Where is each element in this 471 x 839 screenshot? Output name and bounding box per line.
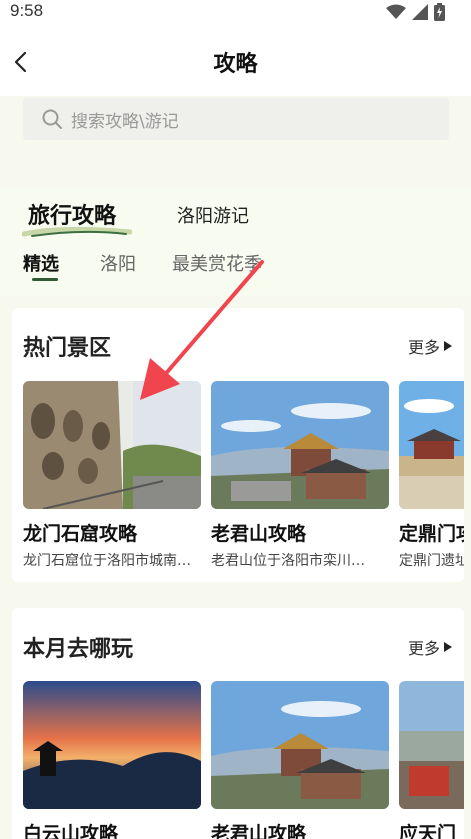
subtab-indicator: [32, 278, 58, 281]
card-row: 龙门石窟攻略 龙门石窟位于洛阳市城南… 老君山攻略 老君山位于洛阳市栾川… 定鼎…: [23, 381, 464, 570]
section-title: 热门景区: [23, 336, 112, 361]
page-title: 攻略: [213, 52, 258, 77]
section-hot-scenic: 热门景区 更多 龙门石窟攻略 龙门石窟位于洛阳市城南… 老君山攻略 老君山位于洛…: [12, 308, 464, 582]
laojunshan-image: [211, 381, 389, 509]
card-title: 龙门石窟攻略: [23, 523, 138, 545]
longmen-image: [23, 381, 201, 509]
card-yingtianmen[interactable]: 应天门: [399, 681, 464, 839]
card-baiyunshan[interactable]: 白云山攻略: [23, 681, 201, 839]
section-this-month: 本月去哪玩 更多 白云山攻略 老君山攻略 应天门: [12, 608, 464, 839]
tab-luoyang-travelogue[interactable]: 洛阳游记: [177, 202, 249, 228]
more-label: 更多: [407, 338, 440, 357]
header: 攻略: [0, 24, 471, 100]
battery-icon: [434, 3, 445, 21]
card-laojunshan[interactable]: 老君山攻略 老君山位于洛阳市栾川…: [211, 381, 389, 570]
tab-travel-guide[interactable]: 旅行攻略: [28, 198, 116, 230]
laojunshan-image: [211, 681, 389, 809]
search-icon: [42, 109, 62, 129]
card-title: 老君山攻略: [211, 823, 307, 839]
card-desc: 老君山位于洛阳市栾川…: [211, 553, 365, 569]
subtab-flower-season[interactable]: 最美赏花季: [172, 250, 262, 276]
subtab-featured[interactable]: 精选: [23, 250, 59, 276]
card-title: 定鼎门攻: [399, 523, 464, 545]
card-desc: 龙门石窟位于洛阳市城南…: [23, 553, 191, 569]
play-arrow-icon: [444, 642, 452, 652]
status-bar: 9:58: [0, 0, 471, 24]
card-longmen[interactable]: 龙门石窟攻略 龙门石窟位于洛阳市城南…: [23, 381, 201, 570]
card-title: 白云山攻略: [23, 823, 119, 839]
card-title: 应天门: [399, 823, 457, 839]
search-placeholder: 搜索攻略\游记: [71, 111, 179, 132]
card-title: 老君山攻略: [211, 523, 307, 545]
yingtianmen-image: [399, 681, 464, 809]
wifi-icon: [386, 4, 406, 19]
more-label: 更多: [407, 639, 440, 658]
card-desc: 定鼎门遗址: [399, 553, 464, 569]
tabs-card: 旅行攻略 洛阳游记 精选 洛阳 最美赏花季: [0, 188, 471, 296]
more-button[interactable]: 更多: [408, 635, 452, 659]
card-laojunshan-2[interactable]: 老君山攻略: [211, 681, 389, 839]
search-area: 搜索攻略\游记: [0, 96, 471, 162]
signal-icon: [412, 4, 428, 20]
status-time: 9:58: [10, 1, 44, 20]
card-dingdingmen[interactable]: 定鼎门攻 定鼎门遗址: [399, 381, 464, 570]
dingdingmen-image: [399, 381, 464, 509]
card-row: 白云山攻略 老君山攻略 应天门: [23, 681, 464, 839]
status-icons: [386, 3, 445, 21]
more-button[interactable]: 更多: [408, 334, 452, 358]
baiyunshan-image: [23, 681, 201, 809]
subtab-luoyang[interactable]: 洛阳: [100, 250, 136, 276]
search-input[interactable]: 搜索攻略\游记: [23, 98, 449, 140]
play-arrow-icon: [444, 341, 452, 351]
section-title: 本月去哪玩: [23, 637, 134, 662]
